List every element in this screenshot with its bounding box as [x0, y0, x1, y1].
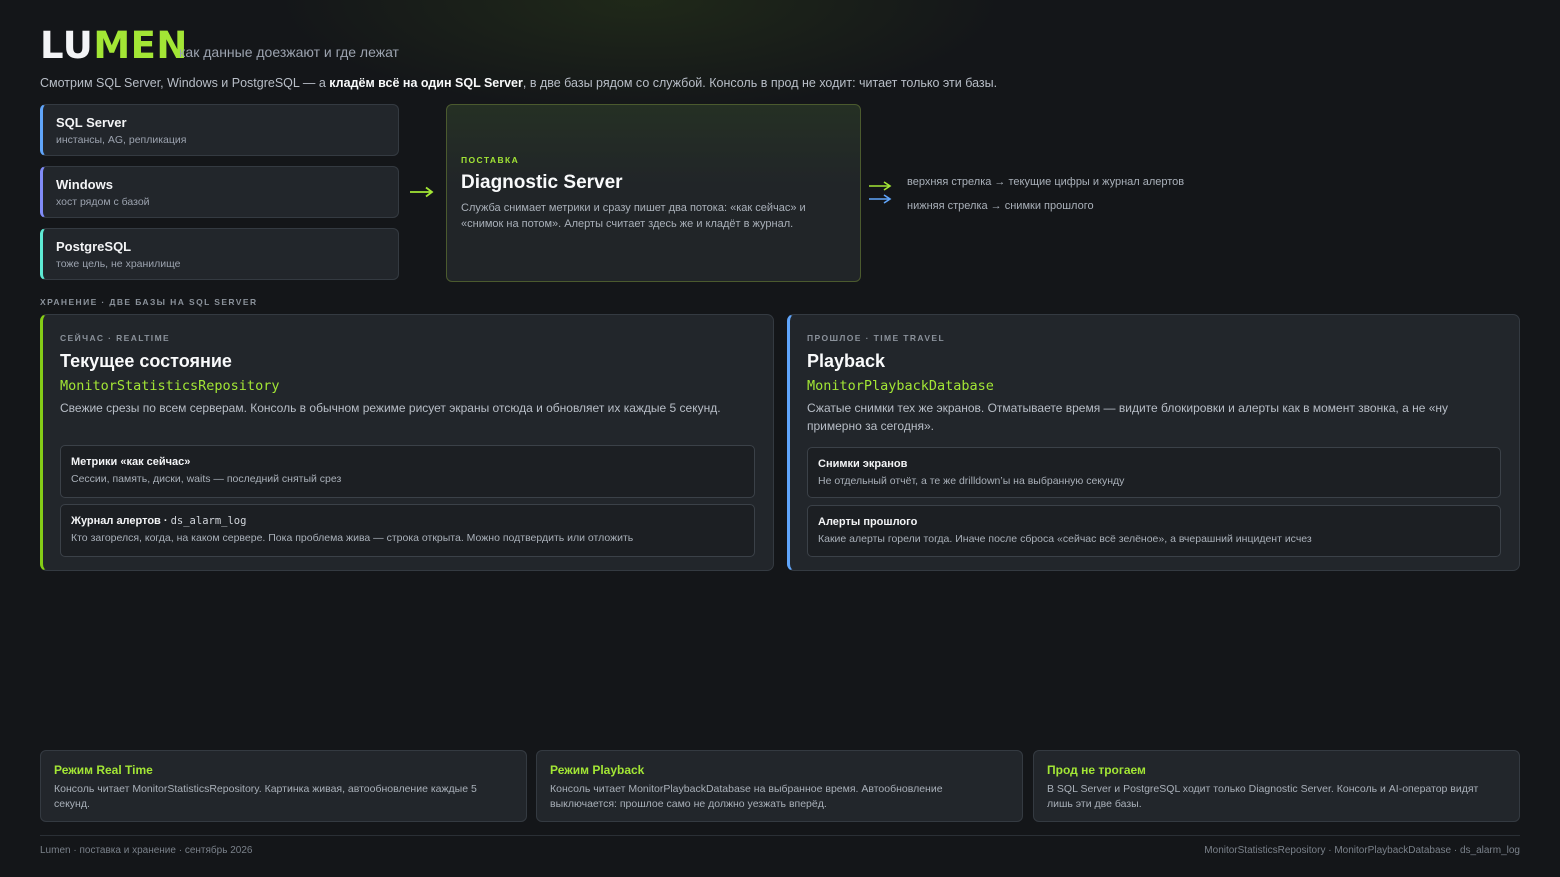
realtime-panel: СЕЙЧАС · REALTIME Текущее состояние Moni… — [40, 314, 774, 571]
source-postgresql: PostgreSQL тоже цель, не хранилище — [40, 228, 399, 280]
realtime-title: Текущее состояние — [60, 351, 232, 371]
mode-card-prod: Прод не трогаем В SQL Server и PostgreSQ… — [1033, 750, 1520, 822]
source-subtitle: хост рядом с базой — [56, 196, 150, 208]
source-title: PostgreSQL — [56, 239, 132, 254]
legend-realtime: верхняя стрелка → текущие цифры и журнал… — [907, 176, 1185, 188]
mode-title: Режим Playback — [550, 763, 645, 777]
mode-description: В SQL Server и PostgreSQL ходит только D… — [1047, 783, 1479, 810]
footer-left: Lumen · поставка и хранение · сентябрь 2… — [40, 845, 253, 856]
playback-panel: ПРОШЛОЕ · TIME TRAVEL Playback MonitorPl… — [787, 314, 1520, 571]
arrow-playback-icon — [869, 194, 892, 204]
playback-item-screenshots: Снимки экранов Не отдельный отчёт, а те … — [807, 447, 1501, 498]
realtime-repo-name: MonitorStatisticsRepository — [60, 378, 280, 394]
storage-section-label: ХРАНЕНИЕ · ДВЕ БАЗЫ НА SQL SERVER — [40, 297, 258, 307]
footer-right: MonitorStatisticsRepository · MonitorPla… — [1204, 845, 1520, 856]
tagline: как данные доезжают и где лежат — [179, 44, 399, 60]
source-title: SQL Server — [56, 115, 127, 130]
alarm-log-code: ds_alarm_log — [170, 515, 247, 527]
source-subtitle: инстансы, AG, репликация — [56, 134, 187, 146]
playback-item-past-alerts: Алерты прошлого Какие алерты горели тогд… — [807, 505, 1501, 557]
source-subtitle: тоже цель, не хранилище — [56, 258, 181, 270]
arrow-realtime-icon — [869, 181, 892, 191]
intro-text: Смотрим SQL Server, Windows и PostgreSQL… — [40, 76, 998, 90]
playback-kicker: ПРОШЛОЕ · TIME TRAVEL — [807, 333, 946, 343]
playback-description: Сжатые снимки тех же экранов. Отматывает… — [807, 401, 1449, 433]
item-title: Журнал алертов · ds_alarm_log — [71, 515, 247, 527]
footer-divider — [40, 835, 1520, 836]
realtime-item-metrics: Метрики «как сейчас» Сессии, память, дис… — [60, 445, 755, 498]
logo: LUMEN — [40, 24, 188, 67]
item-description: Сессии, память, диски, waits — последний… — [71, 473, 342, 485]
delivery-description: Служба снимает метрики и сразу пишет два… — [461, 202, 806, 230]
item-title: Алерты прошлого — [818, 516, 918, 528]
source-title: Windows — [56, 177, 113, 192]
playback-title: Playback — [807, 351, 886, 371]
source-sql-server: SQL Server инстансы, AG, репликация — [40, 104, 399, 156]
playback-repo-name: MonitorPlaybackDatabase — [807, 378, 994, 394]
mode-card-realtime: Режим Real Time Консоль читает MonitorSt… — [40, 750, 527, 822]
mode-description: Консоль читает MonitorStatisticsReposito… — [54, 783, 477, 810]
realtime-kicker: СЕЙЧАС · REALTIME — [60, 333, 171, 343]
mode-title: Режим Real Time — [54, 763, 153, 777]
intro-emphasis: кладём всё на один SQL Server — [329, 76, 523, 90]
arrow-right-icon — [410, 186, 434, 198]
mode-description: Консоль читает MonitorPlaybackDatabase н… — [550, 783, 943, 810]
item-title: Метрики «как сейчас» — [71, 456, 191, 468]
delivery-kicker: ПОСТАВКА — [461, 155, 520, 165]
item-description: Не отдельный отчёт, а те же drilldown’ы … — [818, 475, 1125, 487]
legend-playback: нижняя стрелка → снимки прошлого — [907, 200, 1094, 212]
item-description: Кто загорелся, когда, на каком сервере. … — [71, 532, 634, 544]
source-windows: Windows хост рядом с базой — [40, 166, 399, 218]
item-description: Какие алерты горели тогда. Иначе после с… — [818, 533, 1312, 545]
diagnostic-server-box: ПОСТАВКА Diagnostic Server Служба снимае… — [446, 104, 861, 282]
mode-title: Прод не трогаем — [1047, 763, 1146, 777]
realtime-description: Свежие срезы по всем серверам. Консоль в… — [60, 401, 721, 415]
realtime-item-alarm-log: Журнал алертов · ds_alarm_log Кто загоре… — [60, 504, 755, 557]
item-title: Снимки экранов — [818, 458, 908, 470]
mode-card-playback: Режим Playback Консоль читает MonitorPla… — [536, 750, 1023, 822]
delivery-title: Diagnostic Server — [461, 172, 623, 193]
